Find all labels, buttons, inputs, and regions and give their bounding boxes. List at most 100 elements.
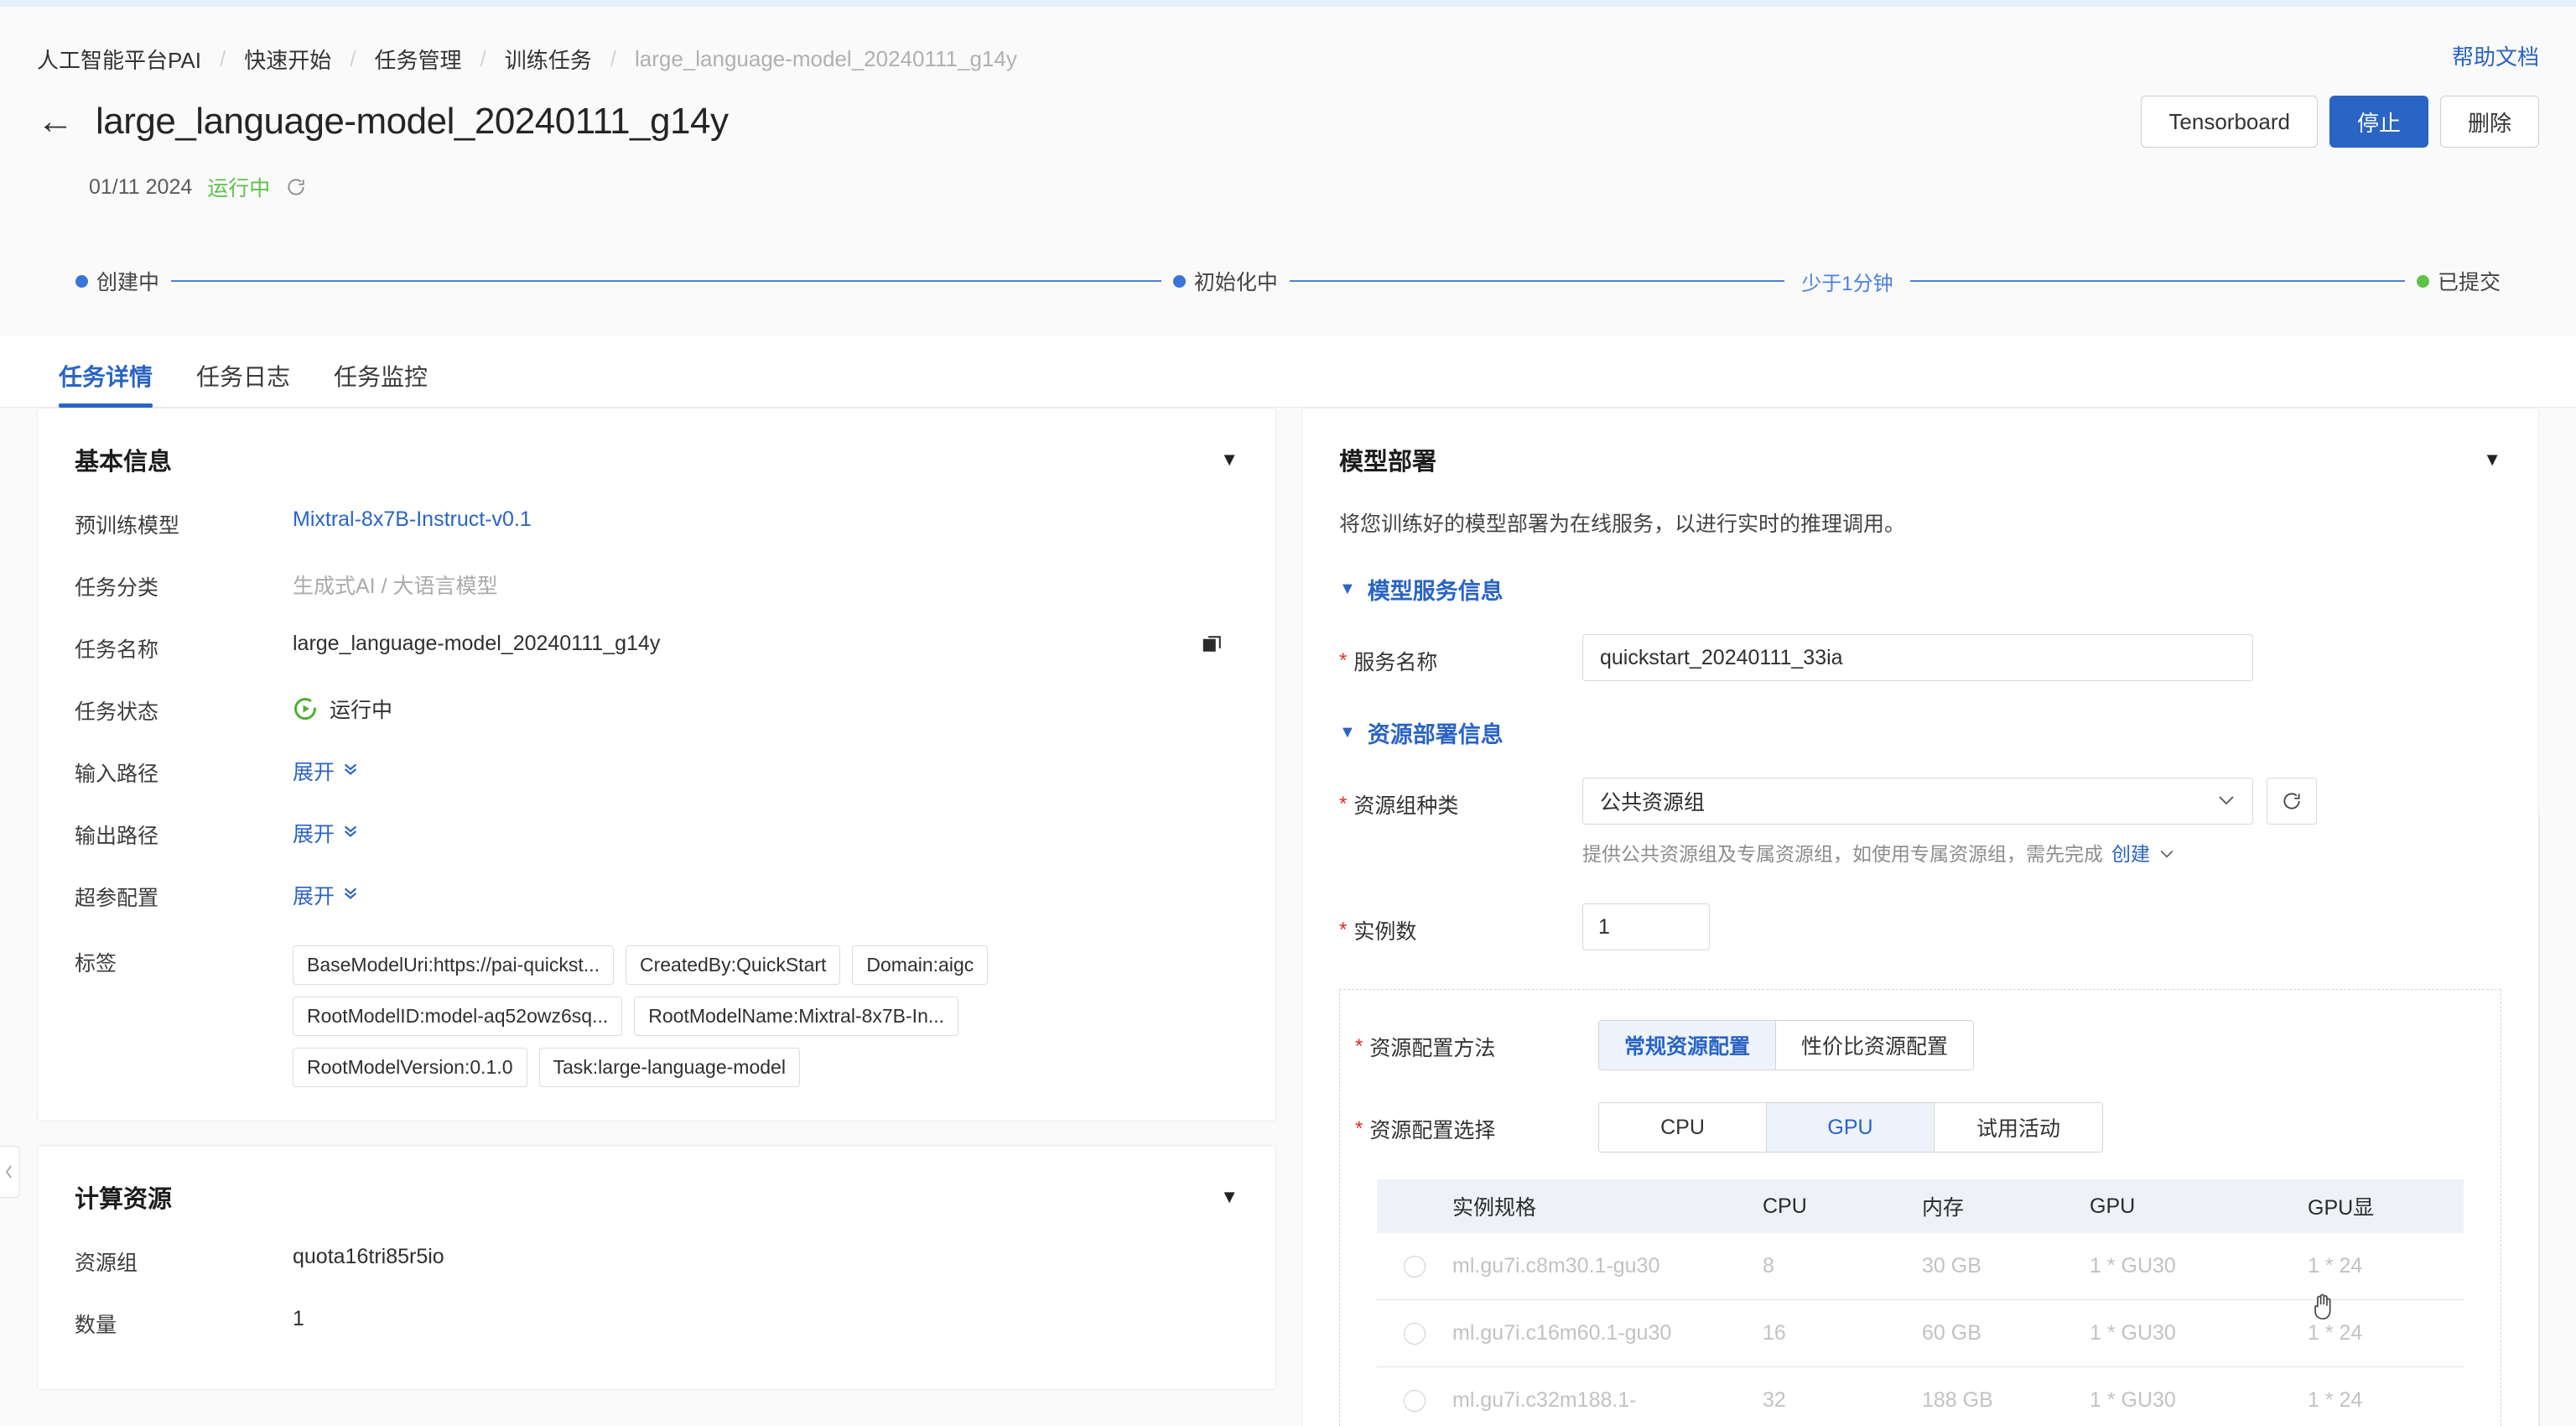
config-method-label-wrap: * 资源配置方法	[1355, 1020, 1598, 1062]
sidebar-collapse-handle[interactable]	[0, 1146, 20, 1198]
cell-gpu: 1 * GU30	[2090, 1321, 2176, 1345]
step-initializing: 初始化中	[1172, 266, 1278, 296]
row-resource-group: 资源组 quota16tri85r5io	[38, 1245, 1275, 1277]
page-title-row: ← large_language-model_20240111_g14y	[37, 101, 729, 143]
left-column: 基本信息 ▼ 预训练模型 Mixtral-8x7B-Instruct-v0.1 …	[37, 408, 1276, 1390]
tab-task-log[interactable]: 任务日志	[174, 359, 312, 408]
tab-task-detail[interactable]: 任务详情	[37, 359, 174, 408]
resource-info-section-toggle[interactable]: ▼ 资源部署信息	[1302, 716, 2538, 749]
step-creating: 创建中	[75, 266, 159, 296]
instance-count-label-wrap: * 实例数	[1339, 903, 1582, 945]
table-header-row: 实例规格 CPU 内存 GPU GPU显	[1377, 1179, 2464, 1233]
stop-button[interactable]: 停止	[2329, 96, 2428, 148]
cell-cpu: 32	[1763, 1388, 1786, 1412]
chevron-down-icon[interactable]	[2158, 841, 2175, 864]
breadcrumb-item-1[interactable]: 快速开始	[244, 44, 331, 75]
step-dot-icon	[1172, 274, 1186, 288]
row-tags: 标签 BaseModelUri:https://pai-quickst... C…	[38, 945, 1275, 1087]
tag-list: BaseModelUri:https://pai-quickst... Crea…	[293, 945, 1131, 1087]
refresh-resource-group-button[interactable]	[2267, 778, 2317, 825]
chevron-down-icon[interactable]: ▼	[2483, 450, 2501, 469]
create-resource-group-link[interactable]: 创建	[2111, 838, 2150, 867]
tag-item[interactable]: RootModelName:Mixtral-8x7B-In...	[634, 997, 959, 1036]
tag-item[interactable]: Task:large-language-model	[538, 1048, 800, 1087]
table-row[interactable]: ml.gu7i.c8m30.1-gu30 8 30 GB 1 * GU30 1 …	[1377, 1233, 2464, 1300]
refresh-icon[interactable]	[285, 176, 307, 198]
instance-spec-table: 实例规格 CPU 内存 GPU GPU显 ml.gu7i.c8m30.1-gu3…	[1377, 1179, 2464, 1426]
task-date: 01/11 2024	[89, 174, 193, 199]
step-dot-icon	[75, 274, 88, 288]
tag-item[interactable]: BaseModelUri:https://pai-quickst...	[293, 945, 614, 985]
field-label: 任务分类	[75, 576, 159, 600]
row-radio[interactable]	[1404, 1389, 1426, 1412]
config-method-segmented: 常规资源配置 性价比资源配置	[1598, 1020, 1975, 1070]
field-label: 输入路径	[75, 762, 159, 786]
tag-item[interactable]: RootModelVersion:0.1.0	[293, 1048, 527, 1087]
config-select-option-gpu[interactable]: GPU	[1767, 1103, 1935, 1152]
chevron-down-icon[interactable]: ▼	[1220, 1188, 1239, 1206]
tab-task-monitor[interactable]: 任务监控	[312, 359, 449, 408]
row-radio[interactable]	[1404, 1255, 1426, 1278]
config-select-option-trial[interactable]: 试用活动	[1935, 1103, 2102, 1152]
step-label-initializing: 初始化中	[1193, 271, 1278, 294]
instance-count-input[interactable]: 1	[1582, 903, 1710, 950]
copy-icon[interactable]	[1200, 632, 1225, 661]
service-info-label: 模型服务信息	[1367, 579, 1504, 604]
task-name-value: large_language-model_20240111_g14y	[293, 632, 661, 655]
chevron-double-down-icon	[341, 883, 360, 907]
tag-item[interactable]: Domain:aigc	[852, 945, 989, 985]
delete-button[interactable]: 删除	[2439, 96, 2539, 148]
config-method-option-standard[interactable]: 常规资源配置	[1599, 1021, 1777, 1070]
breadcrumb-item-4: large_language-model_20240111_g14y	[634, 46, 1017, 71]
cell-memory: 60 GB	[1922, 1321, 1981, 1345]
expand-label: 展开	[293, 823, 335, 846]
row-task-category: 任务分类 生成式AI / 大语言模型	[38, 570, 1275, 601]
step-connector-2: 少于1分钟	[1278, 267, 2417, 296]
field-label: 任务名称	[75, 638, 159, 662]
step-line-left	[1289, 280, 1785, 282]
breadcrumb-item-0[interactable]: 人工智能平台PAI	[37, 44, 201, 75]
table-row[interactable]: ml.gu7i.c32m188.1- 32 188 GB 1 * GU30 1 …	[1377, 1367, 2464, 1426]
tensorboard-button[interactable]: Tensorboard	[2141, 96, 2318, 148]
model-deploy-title: 模型部署	[1339, 449, 1437, 476]
service-name-input[interactable]: quickstart_20240111_33ia	[1582, 634, 2253, 681]
basic-info-title: 基本信息	[75, 449, 173, 476]
breadcrumb-item-3[interactable]: 训练任务	[505, 44, 592, 75]
quantity-value: 1	[293, 1307, 304, 1330]
step-dot-icon	[2416, 274, 2429, 288]
breadcrumb-item-2[interactable]: 任务管理	[374, 44, 461, 75]
tag-item[interactable]: RootModelID:model-aq52owz6sq...	[293, 997, 623, 1036]
app-root: 人工智能平台PAI / 快速开始 / 任务管理 / 训练任务 / large_l…	[0, 0, 2576, 1426]
row-output-path: 输出路径 展开	[38, 818, 1275, 850]
compute-resource-card: 计算资源 ▼ 资源组 quota16tri85r5io 数量 1	[37, 1145, 1276, 1390]
resource-group-type-select[interactable]: 公共资源组	[1582, 778, 2253, 825]
column-header-gpu: GPU	[2090, 1194, 2136, 1218]
chevron-double-down-icon	[341, 759, 360, 783]
help-doc-link[interactable]: 帮助文档	[2452, 40, 2539, 71]
required-mark: *	[1355, 1117, 1363, 1140]
input-path-expand[interactable]: 展开	[293, 756, 1239, 786]
output-path-expand[interactable]: 展开	[293, 818, 1239, 848]
row-radio[interactable]	[1404, 1322, 1426, 1345]
table-row[interactable]: ml.gu7i.c16m60.1-gu30 16 60 GB 1 * GU30 …	[1377, 1300, 2464, 1367]
service-info-section-toggle[interactable]: ▼ 模型服务信息	[1302, 573, 2538, 606]
breadcrumb-separator: /	[610, 46, 616, 71]
resource-group-hint: 提供公共资源组及专属资源组，如使用专属资源组，需先完成 创建	[1582, 838, 2501, 867]
cell-gpu: 1 * GU30	[2090, 1388, 2176, 1412]
back-arrow-icon[interactable]: ←	[37, 103, 74, 140]
tag-item[interactable]: CreatedBy:QuickStart	[625, 945, 841, 985]
pretrained-model-link[interactable]: Mixtral-8x7B-Instruct-v0.1	[293, 507, 1239, 532]
field-label: 任务状态	[75, 700, 159, 724]
config-select-option-cpu[interactable]: CPU	[1599, 1103, 1767, 1152]
triangle-down-icon: ▼	[1339, 723, 1356, 742]
chevron-down-icon[interactable]: ▼	[1220, 450, 1239, 469]
step-label-creating: 创建中	[96, 271, 160, 294]
resource-config-panel: * 资源配置方法 常规资源配置 性价比资源配置 * 资源配置选择 CPU GPU…	[1339, 989, 2501, 1426]
resource-group-type-label-wrap: * 资源组种类	[1339, 778, 1582, 820]
header-actions: Tensorboard 停止 删除	[2141, 96, 2539, 148]
row-hyperparam-config: 超参配置 展开	[38, 880, 1275, 912]
field-label: 预训练模型	[75, 514, 180, 538]
hyperparam-expand[interactable]: 展开	[293, 880, 1239, 910]
config-method-option-costeffective[interactable]: 性价比资源配置	[1776, 1021, 1974, 1070]
cell-spec: ml.gu7i.c8m30.1-gu30	[1452, 1254, 1660, 1278]
